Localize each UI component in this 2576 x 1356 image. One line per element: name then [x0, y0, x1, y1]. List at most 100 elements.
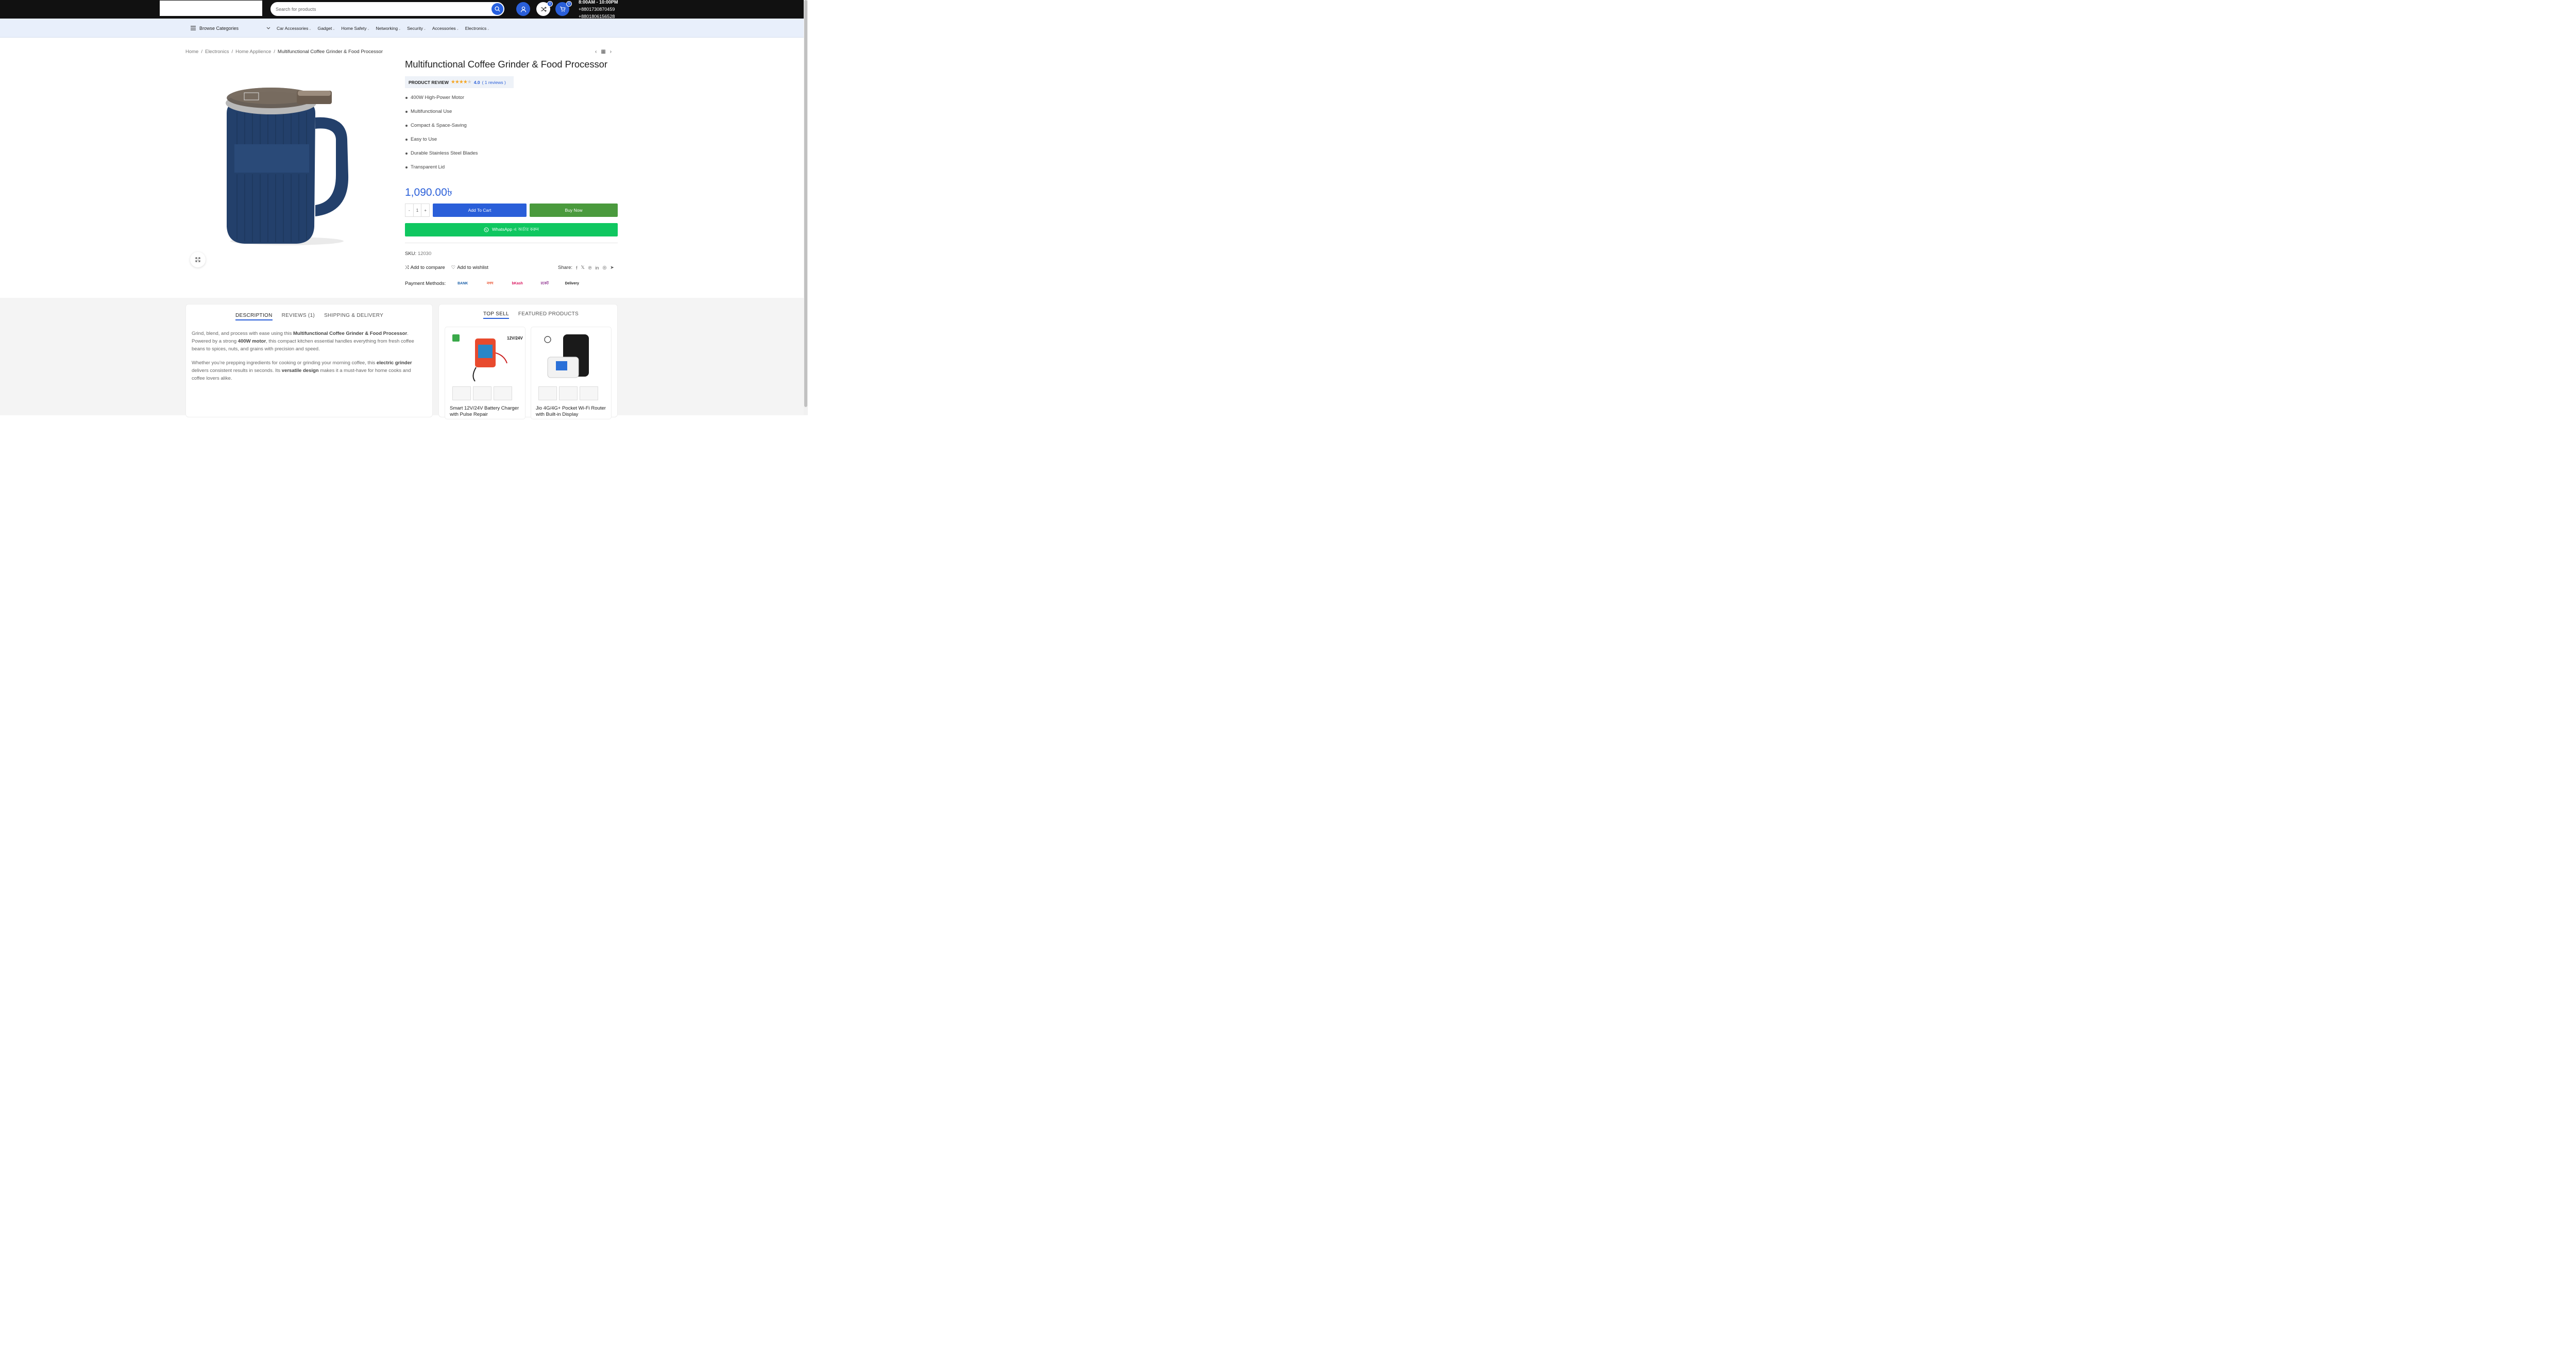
quantity-increase-button[interactable]: +: [421, 204, 429, 216]
bank-logo: BANK: [457, 281, 468, 285]
product-title: Multifunctional Coffee Grinder & Food Pr…: [405, 59, 607, 70]
add-to-wishlist-link[interactable]: ♡ Add to wishlist: [451, 265, 488, 270]
cart-button[interactable]: 0: [555, 1, 572, 16]
sku-label: SKU:: [405, 251, 417, 257]
thumbnail[interactable]: [452, 386, 471, 400]
feature-item: 400W High-Power Motor: [405, 95, 478, 109]
whatsapp-order-button[interactable]: WhatsApp এ অর্ডার করুন: [405, 223, 618, 236]
site-logo[interactable]: [160, 1, 262, 16]
star-rating: ★★★★★: [450, 79, 472, 85]
breadcrumb: Home / Electronics / Home Applience / Multi…: [185, 49, 383, 55]
linkedin-icon[interactable]: in: [595, 265, 599, 270]
x-icon[interactable]: 𝕏: [581, 265, 585, 270]
product-card-title[interactable]: Jio 4G/4G+ Pocket Wi-Fi Router with Buil…: [536, 405, 608, 418]
whatsapp-icon: [484, 227, 489, 232]
whatsapp-icon[interactable]: ◎: [602, 265, 606, 270]
product-thumbnail[interactable]: 12V/24V: [445, 327, 526, 385]
main-menu: Car Accessories⌄ Gadget⌄ Home Safety⌄ Ne…: [277, 19, 496, 38]
tab-top-sell[interactable]: TOP SELL: [483, 311, 509, 319]
thumbnail[interactable]: [559, 386, 578, 400]
product-review-box: PRODUCT REVIEW ★★★★★ 4.0 ( 1 reviews ): [405, 76, 514, 88]
nav-item-accessories[interactable]: Accessories⌄: [432, 26, 459, 31]
cart-count-badge: 0: [566, 1, 572, 7]
product-navigation: ‹ ▦ ›: [595, 49, 612, 55]
tab-featured-products[interactable]: FEATURED PRODUCTS: [518, 311, 579, 319]
expand-icon: [195, 257, 200, 262]
product-price: 1,090.00৳: [405, 187, 453, 198]
user-icon: [520, 6, 526, 12]
product-tabs: DESCRIPTION REVIEWS (1) SHIPPING & DELIV…: [235, 313, 383, 320]
thumbnail[interactable]: [473, 386, 492, 400]
search-button[interactable]: [492, 3, 503, 15]
nav-item-home-safety[interactable]: Home Safety⌄: [341, 26, 369, 31]
search-bar[interactable]: Search for products: [270, 2, 504, 16]
tab-reviews[interactable]: REVIEWS (1): [282, 313, 315, 320]
scrollbar-thumb[interactable]: [804, 0, 807, 407]
feature-list: 400W High-Power Motor Multifunctional Us…: [405, 95, 478, 178]
feature-item: Durable Stainless Steel Blades: [405, 150, 478, 164]
contact-info: 8:00AM - 10:00PM +8801730870459 +8801806…: [579, 0, 618, 20]
search-input[interactable]: Search for products: [276, 7, 316, 12]
sku-value: 12030: [417, 251, 432, 257]
opening-hours: 8:00AM - 10:00PM: [579, 0, 618, 5]
rocket-logo: রকেট: [540, 282, 549, 285]
breadcrumb-separator: /: [201, 49, 202, 55]
product-card[interactable]: Jio 4G/4G+ Pocket Wi-Fi Router with Buil…: [531, 327, 612, 419]
widget-tabs: TOP SELL FEATURED PRODUCTS: [483, 311, 579, 319]
breadcrumb-link[interactable]: Home: [185, 49, 198, 55]
add-to-cart-button[interactable]: Add To Cart: [433, 204, 527, 217]
buy-now-button[interactable]: Buy Now: [530, 204, 618, 217]
nav-item-security[interactable]: Security⌄: [407, 26, 426, 31]
review-label: PRODUCT REVIEW: [409, 79, 449, 85]
enlarge-image-button[interactable]: [190, 252, 206, 267]
shuffle-icon: [540, 6, 547, 12]
product-card[interactable]: 12V/24V Smart 12V/24V Battery Charger wi…: [445, 327, 526, 419]
product-image[interactable]: [185, 62, 394, 273]
pinterest-icon[interactable]: ℗: [588, 265, 592, 270]
thumbnail[interactable]: [494, 386, 512, 400]
payment-methods: Payment Methods: BANK নগদ bKash রকেট Del…: [405, 279, 582, 288]
product-description: Grind, blend, and process with ease usin…: [192, 330, 423, 388]
previous-product-icon[interactable]: ‹: [595, 49, 597, 55]
product-card-title[interactable]: Smart 12V/24V Battery Charger with Pulse…: [450, 405, 522, 418]
breadcrumb-current: Multifunctional Coffee Grinder & Food Pr…: [277, 49, 383, 55]
search-icon: [495, 6, 500, 12]
add-to-compare-link[interactable]: ⤨ Add to compare: [405, 265, 445, 270]
description-paragraph: Grind, blend, and process with ease usin…: [192, 331, 414, 352]
product-actions: ⤨ Add to compare ♡ Add to wishlist: [405, 265, 488, 270]
product-thumbnail[interactable]: [531, 327, 612, 385]
tab-description[interactable]: DESCRIPTION: [235, 313, 273, 320]
nagad-logo: নগদ: [486, 282, 494, 285]
account-button[interactable]: [516, 2, 530, 16]
facebook-icon[interactable]: f: [576, 265, 578, 270]
sku-row: SKU: 12030: [405, 251, 431, 257]
shuffle-icon: ⤨: [405, 265, 409, 270]
nav-item-networking[interactable]: Networking⌄: [376, 26, 401, 31]
nav-item-gadget[interactable]: Gadget⌄: [317, 26, 335, 31]
product-tag: 12V/24V: [507, 336, 523, 341]
breadcrumb-separator: /: [231, 49, 233, 55]
whatsapp-order-label: WhatsApp এ অর্ডার করুন: [492, 227, 539, 232]
telegram-icon[interactable]: ➤: [610, 265, 614, 270]
breadcrumb-link[interactable]: Home Applience: [235, 49, 271, 55]
next-product-icon[interactable]: ›: [610, 49, 612, 55]
grid-icon[interactable]: ▦: [601, 49, 605, 55]
thumbnail[interactable]: [580, 386, 598, 400]
browse-categories-dropdown[interactable]: Browse Categories: [185, 19, 270, 38]
tab-shipping[interactable]: SHIPPING & DELIVERY: [324, 313, 383, 320]
feature-item: Compact & Space-Saving: [405, 123, 478, 137]
share-row: Share: f 𝕏 ℗ in ◎ ➤: [558, 265, 614, 270]
compare-count-badge: 0: [547, 1, 553, 7]
description-paragraph: Whether you’re prepping ingredients for …: [192, 360, 412, 381]
breadcrumb-link[interactable]: Electronics: [205, 49, 229, 55]
menu-icon: [191, 26, 196, 30]
nav-item-car-accessories[interactable]: Car Accessories⌄: [277, 26, 311, 31]
quantity-decrease-button[interactable]: -: [405, 204, 413, 216]
bkash-logo: bKash: [512, 281, 523, 285]
phone-number[interactable]: +8801730870459: [579, 6, 618, 13]
thumbnail[interactable]: [538, 386, 557, 400]
quantity-input[interactable]: 1: [413, 204, 422, 216]
review-count-link[interactable]: ( 1 reviews ): [482, 80, 506, 85]
compare-button[interactable]: 0: [536, 1, 553, 16]
nav-item-electronics[interactable]: Electronics⌄: [465, 26, 490, 31]
